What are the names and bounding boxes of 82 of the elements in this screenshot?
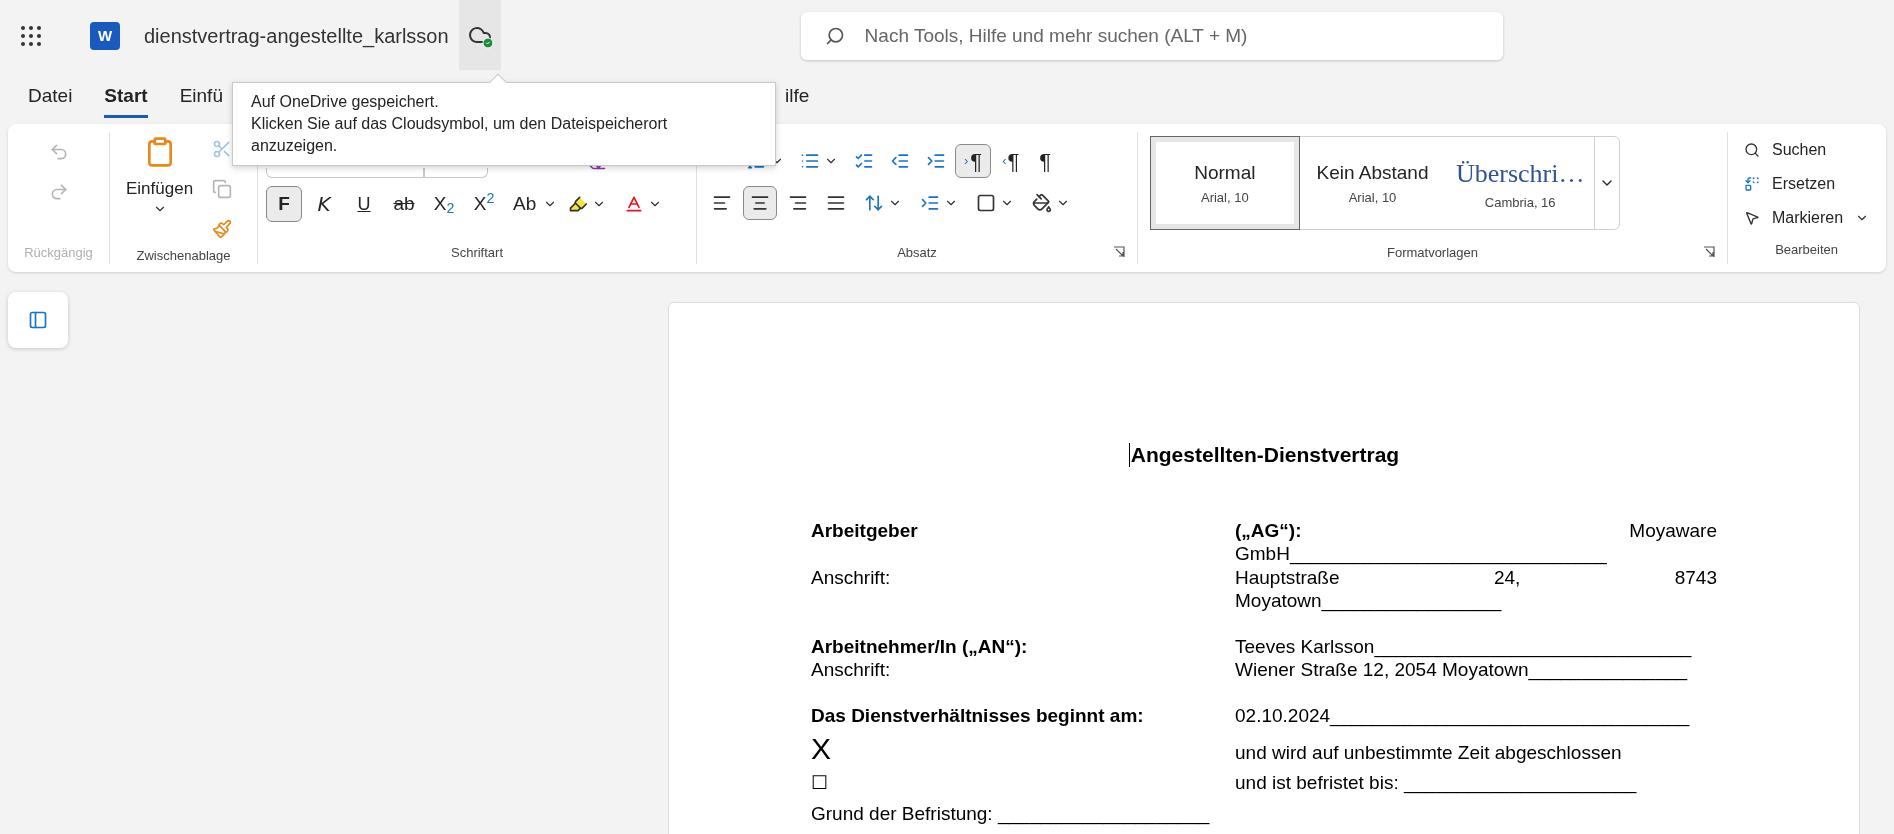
field-value: 24, (1493, 565, 1521, 589)
field-label: Anschrift: (811, 565, 892, 589)
indent-icon (920, 193, 940, 213)
field-label: Das Dienstverhältnisses beginnt am: (811, 703, 1145, 727)
format-painter-icon (212, 219, 233, 239)
field-value: Moyatown_________________ (1235, 589, 1502, 613)
ribbon-tab[interactable]: Datei (28, 78, 73, 118)
field-value: GmbH______________________________ (1235, 542, 1607, 566)
align-button[interactable] (743, 186, 777, 220)
format-button[interactable]: K (306, 186, 342, 222)
field-value: und ist befristet bis: ______________________ (1235, 771, 1637, 795)
paste-button[interactable]: Einfügen (118, 132, 202, 246)
borders-icon (976, 193, 996, 213)
editing-button[interactable]: Markieren (1744, 204, 1870, 232)
field-value: Hauptstraße (1235, 565, 1340, 589)
navigation-pane-button[interactable] (8, 292, 68, 348)
field-value: Moyaware (1629, 518, 1717, 542)
field-label: Arbeitnehmer/In („AN“): (811, 634, 1029, 658)
search-icon (1744, 142, 1760, 158)
align-icon (750, 193, 770, 213)
field-label: ☐ (811, 771, 829, 795)
align-icon (712, 193, 732, 213)
group-label: Bearbeiten (1775, 241, 1838, 259)
ribbon-tab[interactable]: Start (104, 78, 148, 118)
align-icon (788, 193, 808, 213)
format-button[interactable]: X$^{2}$ (466, 186, 502, 222)
style-preset[interactable]: Normal Arial, 10 (1151, 137, 1299, 229)
field-value: 02.10.2024__________________________________ (1235, 703, 1690, 727)
line-spacing-icon (864, 193, 884, 213)
paragraph-mark-button[interactable]: ›¶ (955, 144, 992, 178)
word-logo[interactable]: W (90, 22, 120, 50)
paragraph-mark-button[interactable]: ¶ (1030, 144, 1061, 178)
app-launcher-icon[interactable] (20, 25, 42, 47)
field-label: X (811, 734, 832, 764)
style-preset[interactable]: Kein Abstand Arial, 10 (1298, 137, 1447, 229)
group-label: Schriftart (451, 244, 503, 263)
paragraph-mark-button[interactable]: ‹¶ (993, 144, 1029, 178)
field-value: 8743 (1674, 565, 1717, 589)
search-icon (824, 26, 845, 46)
bullet-list-icon (800, 151, 820, 171)
dialog-launcher-icon[interactable] (1703, 246, 1715, 258)
group-label: Zwischenablage (136, 247, 231, 265)
field-label: Arbeitgeber (811, 518, 919, 542)
format-button[interactable]: X$_{2}$ (426, 186, 462, 222)
field-value: Teeves Karlsson______________________________ (1235, 634, 1692, 658)
search-field[interactable]: Nach Tools, Hilfe und mehr suchen (ALT + M) (800, 12, 1503, 60)
tooltip-text: Klicken Sie auf das Cloudsymbol, um den Dateispeicherort anzuzeigen. (251, 114, 669, 156)
format-button[interactable]: ab (386, 186, 422, 222)
font-name-field[interactable] (266, 168, 424, 178)
align-icon (826, 193, 846, 213)
editing-button[interactable]: Ersetzen (1744, 170, 1870, 198)
group-label: Formatvorlagen (1386, 244, 1478, 263)
copy-icon (212, 179, 233, 199)
cloud-save-button[interactable] (458, 0, 501, 70)
undo-icon (48, 142, 69, 162)
tooltip-heading: Auf OneDrive gespeichert. (251, 92, 440, 112)
panel-icon (28, 310, 48, 330)
group-label: Rückgängig (24, 244, 93, 263)
field-label: Anschrift: (811, 658, 892, 682)
format-button[interactable]: F (266, 186, 302, 222)
pointer-icon (1744, 210, 1760, 226)
editing-button[interactable]: Suchen (1744, 136, 1870, 164)
document-title[interactable]: dienstvertrag-angestellte_karlsson (144, 21, 449, 51)
highlight-icon (568, 194, 589, 214)
format-button[interactable]: U (346, 186, 382, 222)
checklist-icon (854, 151, 874, 171)
ribbon-tab[interactable]: Einfü (179, 78, 223, 118)
field-label: Grund der Befristung: ____________________ (811, 801, 1211, 825)
document-title-text: Angestellten-Dienstvertrag (1128, 443, 1400, 467)
format-button[interactable]: Ab (506, 186, 544, 222)
dialog-launcher-icon[interactable] (1113, 246, 1125, 258)
shading-icon (1032, 193, 1052, 213)
ribbon-tab[interactable]: ilfe (784, 78, 810, 118)
style-preset[interactable]: Überschri… Cambria, 16 (1446, 137, 1594, 229)
field-value: Wiener Straße 12, 2054 Moyatown_______________ (1235, 658, 1688, 682)
field-value: und wird auf unbestimmte Zeit abgeschlossen (1235, 740, 1622, 764)
decrease-indent-icon (890, 151, 910, 171)
replace-icon (1744, 176, 1760, 192)
group-label: Absatz (897, 244, 937, 263)
increase-indent-icon (926, 151, 946, 171)
field-value: („AG“): (1235, 518, 1302, 542)
font-size-field[interactable] (424, 168, 488, 178)
